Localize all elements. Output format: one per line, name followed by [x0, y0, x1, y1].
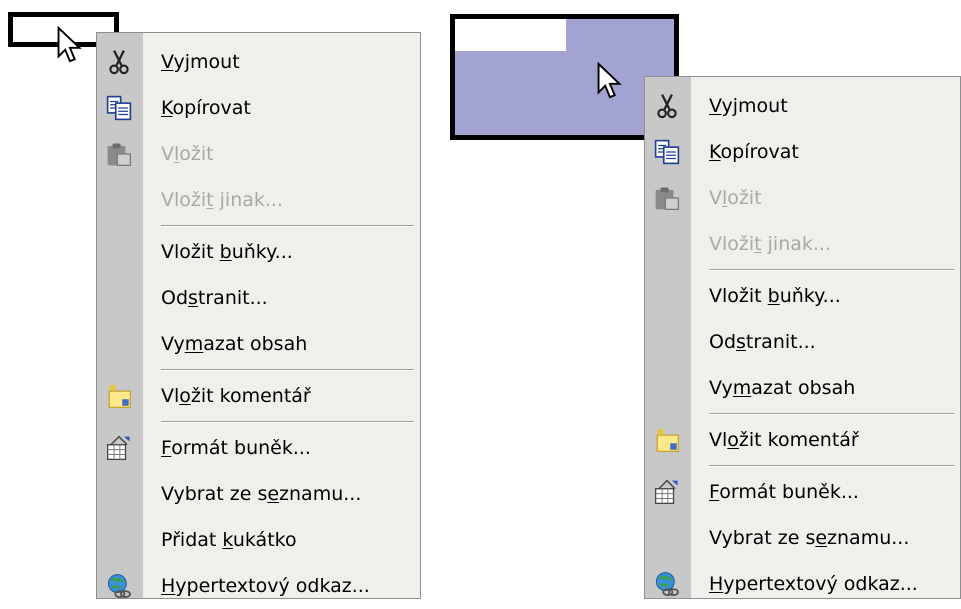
- accelerator-key: V: [709, 95, 722, 117]
- scissors-icon: [106, 49, 132, 75]
- menu-item-odstranit[interactable]: Odstranit...: [97, 275, 420, 321]
- accelerator-key: k: [222, 529, 233, 551]
- menu-item-label: Vymazat obsah: [709, 377, 856, 399]
- copy-icon: [106, 95, 132, 121]
- accelerator-key: b: [767, 285, 780, 307]
- paste-icon: [654, 185, 680, 211]
- menu-item-hypertextovy-odkaz[interactable]: Hypertextový odkaz...: [97, 563, 420, 609]
- menu-item-label: Vložit jinak...: [161, 189, 284, 211]
- active-cell[interactable]: [455, 19, 566, 51]
- accelerator-key: t: [206, 189, 214, 211]
- menu-item-label: Vyjmout: [161, 51, 240, 73]
- menu-item-label: Formát buněk...: [161, 437, 311, 459]
- menu-item-vlozit: Vložit: [645, 175, 960, 221]
- accelerator-key: o: [179, 385, 191, 407]
- context-menu-right: Vyjmout Kopírovat Vložit Vložit jinak... Vlo…: [644, 76, 961, 599]
- accelerator-key: o: [727, 429, 739, 451]
- menu-item-vlozit-bunky[interactable]: Vložit buňky...: [97, 229, 420, 275]
- menu-item-label: Vložit buňky...: [161, 241, 293, 263]
- menu-item-label: Kopírovat: [709, 141, 799, 163]
- accelerator-key: m: [184, 333, 204, 355]
- format-cells-icon: [106, 435, 132, 461]
- menu-item-format-bunek[interactable]: Formát buněk...: [97, 425, 420, 471]
- menu-item-vyjmout[interactable]: Vyjmout: [645, 83, 960, 129]
- menu-item-vymazat-obsah[interactable]: Vymazat obsah: [645, 365, 960, 411]
- accelerator-key: H: [161, 575, 176, 597]
- accelerator-key: V: [161, 51, 174, 73]
- menu-item-vymazat-obsah[interactable]: Vymazat obsah: [97, 321, 420, 367]
- menu-item-vlozit: Vložit: [97, 131, 420, 177]
- menu-item-label: Vymazat obsah: [161, 333, 308, 355]
- menu-item-label: Vložit jinak...: [709, 233, 832, 255]
- menu-item-kopirovat[interactable]: Kopírovat: [97, 85, 420, 131]
- menu-item-label: Vložit komentář: [709, 429, 859, 451]
- menu-item-label: Formát buněk...: [709, 481, 859, 503]
- menu-item-label: Odstranit...: [161, 287, 268, 309]
- menu-item-vlozit-komentar[interactable]: Vložit komentář: [97, 373, 420, 419]
- menu-item-label: Vložit: [161, 143, 214, 165]
- accelerator-key: H: [709, 573, 724, 595]
- accelerator-key: F: [161, 437, 172, 459]
- accelerator-key: F: [709, 481, 720, 503]
- menu-items: Vyjmout Kopírovat Vložit Vložit jinak... Vlo…: [645, 83, 960, 607]
- mouse-cursor-icon: [57, 26, 82, 63]
- menu-item-label: Hypertextový odkaz...: [709, 573, 918, 595]
- menu-item-kopirovat[interactable]: Kopírovat: [645, 129, 960, 175]
- menu-item-odstranit[interactable]: Odstranit...: [645, 319, 960, 365]
- menu-item-label: Vložit komentář: [161, 385, 311, 407]
- menu-item-format-bunek[interactable]: Formát buněk...: [645, 469, 960, 515]
- copy-icon: [654, 139, 680, 165]
- menu-item-pridat-kukatko[interactable]: Přidat kukátko: [97, 517, 420, 563]
- comment-icon: [654, 427, 680, 453]
- format-cells-icon: [654, 479, 680, 505]
- hyperlink-icon: [654, 571, 680, 597]
- accelerator-key: s: [736, 331, 746, 353]
- accelerator-key: s: [188, 287, 198, 309]
- accelerator-key: K: [709, 141, 721, 163]
- menu-item-vlozit-jinak: Vložit jinak...: [97, 177, 420, 223]
- mouse-cursor-icon: [597, 62, 622, 99]
- accelerator-key: b: [219, 241, 232, 263]
- hyperlink-icon: [106, 573, 132, 599]
- menu-item-label: Vložit buňky...: [709, 285, 841, 307]
- menu-item-label: Vyjmout: [709, 95, 788, 117]
- accelerator-key: K: [161, 97, 173, 119]
- menu-item-label: Vybrat ze seznamu...: [161, 483, 362, 505]
- menu-item-label: Vložit: [709, 187, 762, 209]
- accelerator-key: t: [754, 233, 762, 255]
- menu-item-vlozit-bunky[interactable]: Vložit buňky...: [645, 273, 960, 319]
- accelerator-key: e: [815, 527, 828, 549]
- accelerator-key: e: [267, 483, 280, 505]
- comment-icon: [106, 383, 132, 409]
- menu-item-label: Vybrat ze seznamu...: [709, 527, 910, 549]
- context-menu-left: Vyjmout Kopírovat Vložit Vložit jinak... Vlo…: [96, 32, 421, 599]
- accelerator-key: m: [732, 377, 752, 399]
- menu-item-vlozit-komentar[interactable]: Vložit komentář: [645, 417, 960, 463]
- menu-item-vyjmout[interactable]: Vyjmout: [97, 39, 420, 85]
- menu-item-label: Hypertextový odkaz...: [161, 575, 370, 597]
- menu-item-hypertextovy-odkaz[interactable]: Hypertextový odkaz...: [645, 561, 960, 607]
- menu-items: Vyjmout Kopírovat Vložit Vložit jinak... Vlo…: [97, 39, 420, 609]
- menu-item-vybrat-ze-seznamu[interactable]: Vybrat ze seznamu...: [97, 471, 420, 517]
- menu-item-label: Přidat kukátko: [161, 529, 297, 551]
- scissors-icon: [654, 93, 680, 119]
- menu-item-vybrat-ze-seznamu[interactable]: Vybrat ze seznamu...: [645, 515, 960, 561]
- menu-item-label: Kopírovat: [161, 97, 251, 119]
- menu-item-vlozit-jinak: Vložit jinak...: [645, 221, 960, 267]
- paste-icon: [106, 141, 132, 167]
- menu-item-label: Odstranit...: [709, 331, 816, 353]
